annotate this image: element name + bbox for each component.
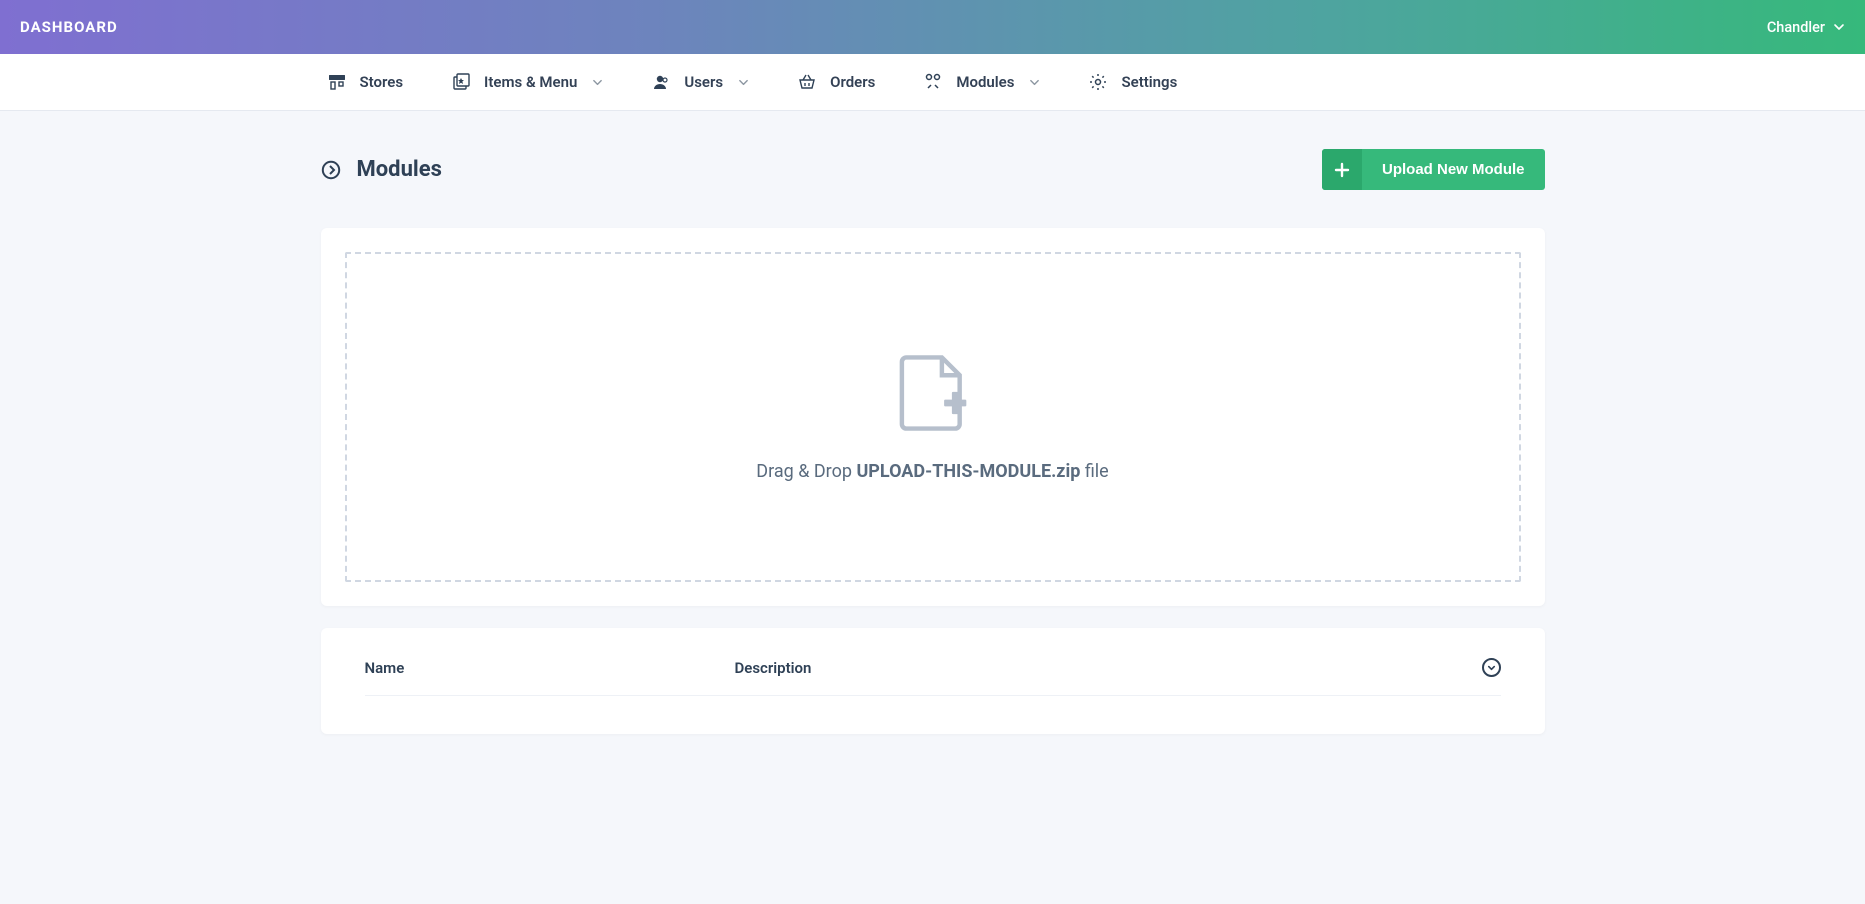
dropzone-card: Drag & Drop UPLOAD-THIS-MODULE.zip file (321, 228, 1545, 606)
chevron-down-icon (738, 77, 749, 88)
user-menu[interactable]: Chandler (1767, 19, 1845, 36)
nav-label: Orders (830, 73, 875, 91)
nav-bar: Stores Items & Menu Users Orders (0, 54, 1865, 111)
plus-icon (1322, 149, 1362, 190)
chevron-down-icon (1029, 77, 1040, 88)
users-icon (651, 72, 671, 92)
chevron-down-icon (592, 77, 603, 88)
upload-dropzone[interactable]: Drag & Drop UPLOAD-THIS-MODULE.zip file (345, 252, 1521, 582)
nav-label: Modules (956, 73, 1014, 91)
modules-table: Name Description (321, 628, 1545, 734)
items-icon (451, 72, 471, 92)
nav-item-stores[interactable]: Stores (321, 54, 410, 110)
table-header-row: Name Description (365, 658, 1501, 696)
brand-title: DASHBOARD (20, 18, 118, 36)
modules-icon (923, 72, 943, 92)
chevron-down-icon (1833, 21, 1845, 33)
col-header-description: Description (735, 659, 1453, 677)
page-title: Modules (357, 157, 442, 182)
gear-icon (1088, 72, 1108, 92)
dropzone-text: Drag & Drop UPLOAD-THIS-MODULE.zip file (756, 461, 1108, 482)
col-header-name: Name (365, 659, 735, 677)
nav-label: Settings (1121, 73, 1177, 91)
nav-label: Users (684, 73, 723, 91)
nav-item-settings[interactable]: Settings (1082, 54, 1183, 110)
nav-item-orders[interactable]: Orders (791, 54, 881, 110)
expand-toggle[interactable] (1482, 658, 1501, 677)
file-add-icon (897, 353, 969, 433)
nav-label: Stores (360, 73, 404, 91)
upload-button-label: Upload New Module (1362, 149, 1545, 190)
chevron-circle-right-icon (321, 160, 341, 180)
nav-item-modules[interactable]: Modules (917, 54, 1046, 110)
dropzone-prefix: Drag & Drop (756, 461, 856, 482)
user-name: Chandler (1767, 19, 1825, 36)
nav-item-users[interactable]: Users (645, 54, 755, 110)
basket-icon (797, 72, 817, 92)
nav-label: Items & Menu (484, 73, 577, 91)
dropzone-suffix: file (1080, 461, 1108, 482)
store-icon (327, 72, 347, 92)
page-header: Modules Upload New Module (321, 149, 1545, 190)
dropzone-filename: UPLOAD-THIS-MODULE.zip (856, 461, 1080, 482)
top-bar: DASHBOARD Chandler (0, 0, 1865, 54)
nav-item-items-menu[interactable]: Items & Menu (445, 54, 609, 110)
upload-new-module-button[interactable]: Upload New Module (1322, 149, 1545, 190)
